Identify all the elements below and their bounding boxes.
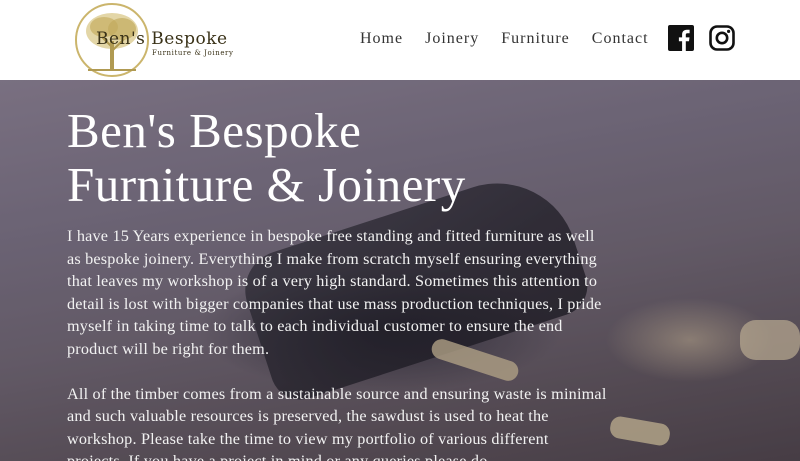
nav-furniture[interactable]: Furniture	[501, 30, 570, 48]
hero-paragraph-1: I have 15 Years experience in bespoke fr…	[67, 227, 602, 358]
hero-paragraph-2: All of the timber comes from a sustainab…	[67, 384, 607, 461]
social-links	[668, 25, 735, 51]
nav-home[interactable]: Home	[360, 30, 403, 48]
hero-description: I have 15 Years experience in bespoke fr…	[67, 225, 607, 461]
site-header: Ben's Bespoke Furniture & Joinery Home J…	[0, 0, 800, 80]
brand-title: Ben's Bespoke	[96, 29, 228, 49]
nav-contact[interactable]: Contact	[592, 30, 649, 48]
brand-logo[interactable]: Ben's Bespoke Furniture & Joinery	[74, 1, 234, 79]
nav-joinery[interactable]: Joinery	[425, 30, 479, 48]
hero-title-line1: Ben's Bespoke	[67, 103, 362, 158]
instagram-icon[interactable]	[709, 25, 735, 51]
hero-title: Ben's Bespoke Furniture & Joinery	[67, 104, 687, 212]
hero-title-line2: Furniture & Joinery	[67, 157, 466, 212]
brand-subtitle: Furniture & Joinery	[152, 49, 234, 57]
main-nav: Home Joinery Furniture Contact	[360, 30, 671, 48]
hero-section: Ben's Bespoke Furniture & Joinery I have…	[0, 80, 800, 461]
facebook-icon[interactable]	[668, 25, 694, 51]
